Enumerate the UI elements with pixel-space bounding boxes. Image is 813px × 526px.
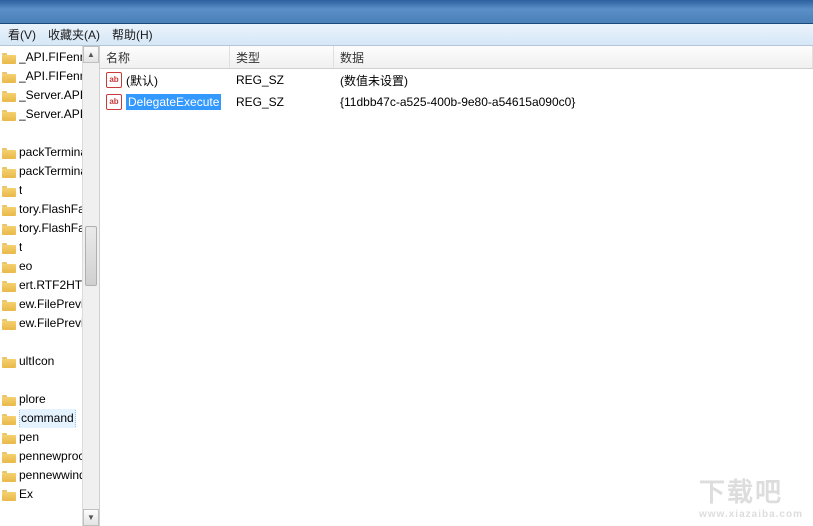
folder-icon	[2, 261, 16, 273]
menu-view[interactable]: 看(V)	[2, 24, 42, 45]
scroll-up-arrow-icon[interactable]: ▲	[83, 46, 99, 63]
cell-name: (默认)	[100, 72, 230, 89]
tree-item-label: tory.FlashFa	[19, 200, 85, 219]
tree-item-label: packTermina	[19, 162, 87, 181]
folder-icon	[2, 223, 16, 235]
folder-icon	[2, 71, 16, 83]
folder-icon	[2, 147, 16, 159]
cell-data: (数值未设置)	[334, 72, 813, 89]
tree-item-label: t	[19, 238, 22, 257]
tree-item-label: _API.FIFenrir	[19, 67, 90, 86]
tree-item-label: _Server.API.	[19, 86, 86, 105]
column-header-type[interactable]: 类型	[230, 46, 334, 68]
tree-item-label: t	[19, 181, 22, 200]
value-data: (数值未设置)	[340, 72, 408, 89]
tree-item-label: _API.FIFenrir	[19, 48, 90, 67]
column-header-name[interactable]: 名称	[100, 46, 230, 68]
folder-icon	[2, 318, 16, 330]
list-header: 名称 类型 数据	[100, 46, 813, 69]
menubar: 看(V) 收藏夹(A) 帮助(H)	[0, 24, 813, 46]
tree-item-label: _Server.API.	[19, 105, 86, 124]
string-value-icon	[106, 94, 122, 110]
string-value-icon	[106, 72, 122, 88]
folder-icon	[2, 299, 16, 311]
tree-item-label: ew.FilePrevie	[19, 295, 90, 314]
cell-type: REG_SZ	[230, 73, 334, 87]
tree-vertical-scrollbar[interactable]: ▲ ▼	[82, 46, 99, 526]
folder-icon	[2, 413, 16, 425]
cell-type: REG_SZ	[230, 95, 334, 109]
tree-item-label: tory.FlashFa	[19, 219, 85, 238]
tree-item-label: pennewwind	[19, 466, 86, 485]
folder-icon	[2, 90, 16, 102]
folder-icon	[2, 280, 16, 292]
folder-icon	[2, 109, 16, 121]
value-name: DelegateExecute	[126, 94, 221, 110]
column-header-data[interactable]: 数据	[334, 46, 813, 68]
folder-icon	[2, 470, 16, 482]
tree-item-label: packTermina	[19, 143, 87, 162]
folder-icon	[2, 356, 16, 368]
value-data: {11dbb47c-a525-400b-9e80-a54615a090c0}	[340, 95, 575, 109]
folder-icon	[2, 166, 16, 178]
tree-item-label: Ex	[19, 485, 33, 504]
list-row[interactable]: (默认) REG_SZ (数值未设置)	[100, 69, 813, 91]
menu-help[interactable]: 帮助(H)	[106, 24, 159, 45]
tree-item-label: plore	[19, 390, 46, 409]
tree-item-label: ew.FilePrevie	[19, 314, 90, 333]
scroll-thumb[interactable]	[85, 226, 97, 286]
folder-icon	[2, 489, 16, 501]
scroll-down-arrow-icon[interactable]: ▼	[83, 509, 99, 526]
tree-item-label: pen	[19, 428, 39, 447]
titlebar[interactable]	[0, 0, 813, 24]
list-panel[interactable]: 名称 类型 数据 (默认) REG_SZ (数值未设置) DelegateExecut…	[100, 46, 813, 526]
menu-favorites[interactable]: 收藏夹(A)	[42, 24, 106, 45]
folder-icon	[2, 52, 16, 64]
list-row[interactable]: DelegateExecute REG_SZ {11dbb47c-a525-400b…	[100, 91, 813, 113]
list-body: (默认) REG_SZ (数值未设置) DelegateExecute REG_SZ {1…	[100, 69, 813, 113]
value-name: (默认)	[126, 72, 158, 89]
content-area: _API.FIFenrir_API.FIFenrir_Server.API._S…	[0, 46, 813, 526]
tree-panel[interactable]: _API.FIFenrir_API.FIFenrir_Server.API._S…	[0, 46, 100, 526]
folder-icon	[2, 451, 16, 463]
tree-item-label: ultIcon	[19, 352, 54, 371]
folder-icon	[2, 242, 16, 254]
cell-data: {11dbb47c-a525-400b-9e80-a54615a090c0}	[334, 95, 813, 109]
cell-name: DelegateExecute	[100, 94, 230, 110]
tree-item-label: pennewproc	[19, 447, 84, 466]
folder-icon	[2, 185, 16, 197]
folder-icon	[2, 204, 16, 216]
tree-item-label: eo	[19, 257, 32, 276]
folder-icon	[2, 394, 16, 406]
folder-icon	[2, 432, 16, 444]
tree-item-label: command	[19, 409, 76, 428]
